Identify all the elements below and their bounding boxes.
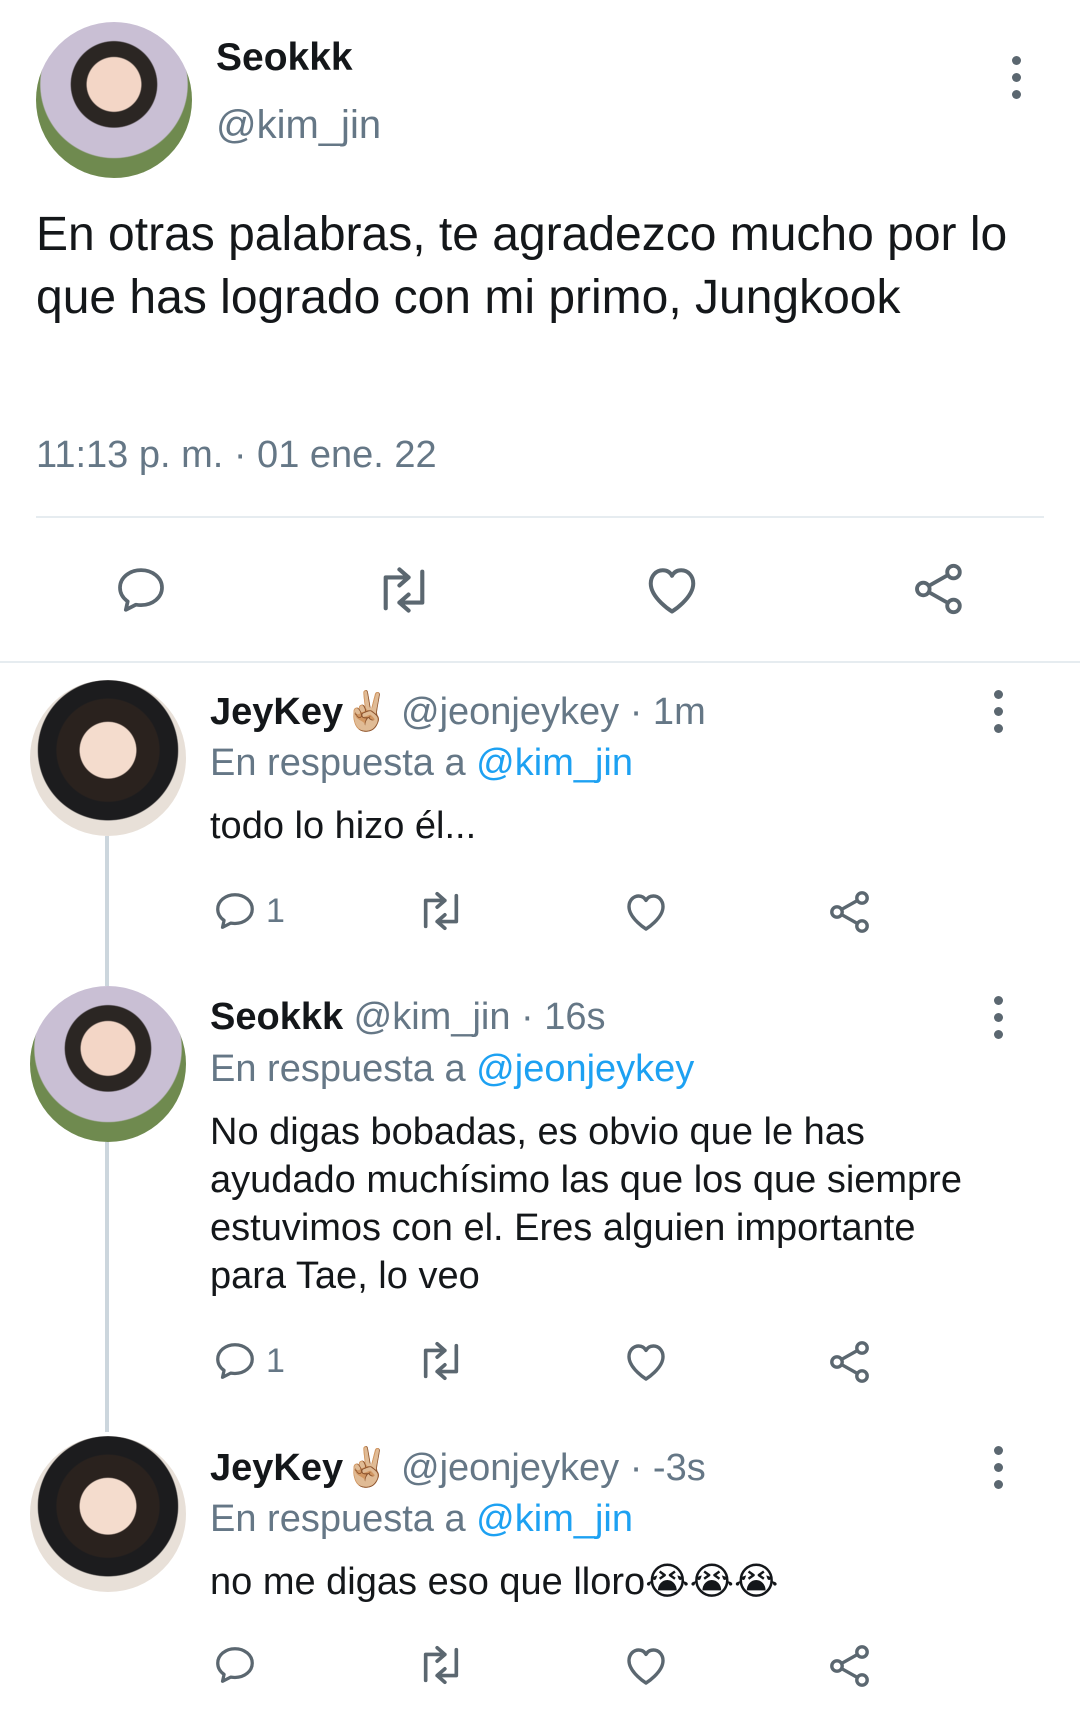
reply-time: · 1m [629, 691, 706, 733]
section-divider [0, 661, 1080, 663]
reply-icon [216, 893, 254, 929]
share-icon [830, 891, 869, 933]
retweet-button[interactable] [414, 888, 468, 934]
reply-icon[interactable] [113, 562, 169, 618]
share-icon [830, 1341, 869, 1383]
replying-to-label: En respuesta a [210, 1498, 466, 1540]
reply-text: No digas bobadas, es obvio que le has ay… [210, 1111, 962, 1297]
more-options-icon[interactable] [988, 1446, 1008, 1489]
replying-to-label: En respuesta a [210, 1048, 466, 1090]
reply-time: · -3s [629, 1447, 706, 1489]
retweet-button[interactable] [414, 1338, 468, 1384]
author-name[interactable]: Seokkk [216, 36, 353, 80]
reply-button[interactable] [212, 1642, 266, 1688]
replying-to-label: En respuesta a [210, 742, 466, 784]
reply-count: 1 [266, 891, 285, 930]
more-options-icon[interactable] [988, 690, 1008, 733]
retweet-icon[interactable] [372, 562, 436, 618]
retweet-icon [423, 1645, 459, 1685]
reply-text: todo lo hizo él... [210, 805, 477, 847]
author-name[interactable]: JeyKey [210, 691, 343, 733]
tweet-text: En otras palabras, te agradezco mucho po… [36, 208, 1008, 324]
reply-header: JeyKey✌🏼 @jeonjeykey · 1m [210, 690, 706, 734]
mention-link[interactable]: @jeonjeykey [476, 1048, 694, 1090]
reply-count: 1 [266, 1341, 285, 1380]
thread-line [105, 1142, 109, 1432]
mention-link[interactable]: @kim_jin [476, 1498, 633, 1540]
like-button[interactable] [622, 1642, 670, 1688]
reply-time: · 16s [521, 996, 606, 1038]
avatar[interactable] [36, 22, 192, 178]
share-icon [830, 1645, 869, 1687]
author-handle[interactable]: @kim_jin [354, 996, 511, 1038]
author-handle[interactable]: @kim_jin [216, 103, 381, 148]
author-handle[interactable]: @jeonjeykey [401, 1447, 619, 1489]
reply-text: no me digas eso que lloro😭😭😭 [210, 1561, 779, 1603]
like-icon [627, 1648, 665, 1685]
retweet-icon [423, 1341, 459, 1381]
like-button[interactable] [622, 1338, 670, 1384]
thread-line [105, 836, 109, 986]
share-button[interactable] [826, 1642, 874, 1690]
avatar[interactable] [30, 986, 186, 1142]
reply-button[interactable]: 1 [212, 888, 285, 934]
author-name[interactable]: Seokkk [210, 996, 343, 1038]
like-icon[interactable] [642, 561, 702, 617]
avatar[interactable] [30, 680, 186, 836]
like-icon [627, 1344, 665, 1381]
share-icon[interactable] [910, 560, 968, 618]
retweet-icon [423, 891, 459, 931]
reply-icon [216, 1647, 254, 1683]
reply-header: Seokkk @kim_jin · 16s [210, 996, 606, 1039]
avatar[interactable] [30, 1436, 186, 1592]
replying-to: En respuesta a @kim_jin [210, 742, 633, 785]
author-handle[interactable]: @jeonjeykey [401, 691, 619, 733]
reply-button[interactable]: 1 [212, 1338, 285, 1384]
more-options-icon[interactable] [988, 996, 1008, 1039]
author-name[interactable]: JeyKey [210, 1447, 343, 1489]
divider [36, 516, 1044, 518]
replying-to: En respuesta a @kim_jin [210, 1498, 633, 1541]
replying-to: En respuesta a @jeonjeykey [210, 1048, 694, 1091]
like-button[interactable] [622, 888, 670, 934]
more-options-icon[interactable] [1006, 56, 1026, 99]
reply-header: JeyKey✌🏼 @jeonjeykey · -3s [210, 1446, 706, 1490]
share-button[interactable] [826, 1338, 874, 1386]
emoji: ✌🏼 [343, 691, 391, 733]
mention-link[interactable]: @kim_jin [476, 742, 633, 784]
retweet-button[interactable] [414, 1642, 468, 1688]
like-icon [627, 894, 665, 931]
tweet-timestamp[interactable]: 11:13 p. m. · 01 ene. 22 [36, 434, 437, 477]
share-button[interactable] [826, 888, 874, 936]
reply-icon [216, 1343, 254, 1379]
emoji: ✌🏼 [343, 1447, 391, 1489]
